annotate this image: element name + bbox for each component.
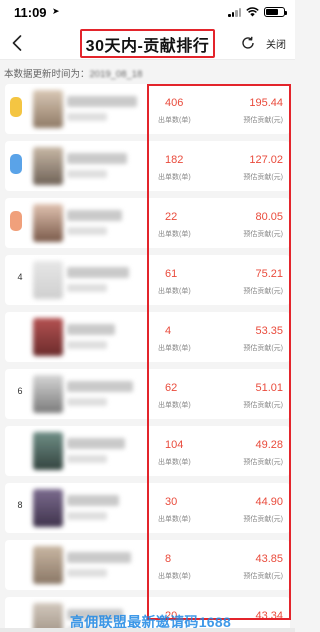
update-date: 2019_08_18 <box>89 69 143 80</box>
member-name-blurred <box>67 381 133 392</box>
refresh-button[interactable] <box>239 34 257 52</box>
order-count: 62 <box>165 382 178 394</box>
close-button[interactable]: 关闭 <box>266 36 286 51</box>
estimated-contribution: 43.34 <box>255 610 283 622</box>
medal-icon <box>10 154 22 174</box>
status-time: 11:09 <box>14 5 47 20</box>
estimated-contribution-label: 预估贡献(元) <box>243 345 283 352</box>
avatar <box>33 318 63 356</box>
member-info-blurred <box>67 341 107 349</box>
estimated-contribution: 43.85 <box>255 553 283 565</box>
status-bar: 11:09 ➤ <box>0 0 295 26</box>
estimated-contribution: 49.28 <box>255 439 283 451</box>
estimated-contribution-label: 预估贡献(元) <box>243 402 283 409</box>
estimated-contribution-label: 预估贡献(元) <box>243 459 283 466</box>
avatar <box>33 204 63 242</box>
back-button[interactable] <box>6 31 28 55</box>
estimated-contribution: 51.01 <box>255 382 283 394</box>
estimated-contribution-label: 预估贡献(元) <box>243 288 283 295</box>
estimated-contribution-label: 预估贡献(元) <box>243 231 283 238</box>
estimated-contribution: 53.35 <box>255 325 283 337</box>
list-item[interactable]: 182 出单数(单) 127.02 预估贡献(元) <box>5 141 290 191</box>
battery-icon <box>264 7 287 17</box>
member-info-blurred <box>67 170 107 178</box>
back-arrow-icon <box>12 35 22 51</box>
estimated-contribution: 127.02 <box>249 154 283 166</box>
signal-icon <box>228 7 241 17</box>
avatar <box>33 432 63 470</box>
list-item[interactable]: 4 出单数(单) 53.35 预估贡献(元) <box>5 312 290 362</box>
order-count: 182 <box>165 154 184 166</box>
wifi-icon <box>246 7 259 17</box>
medal-icon <box>10 211 22 231</box>
member-name-blurred <box>67 438 125 449</box>
estimated-contribution-label: 预估贡献(元) <box>243 174 283 181</box>
member-info-blurred <box>67 398 107 406</box>
avatar <box>33 546 63 584</box>
avatar <box>33 375 63 413</box>
avatar <box>33 147 63 185</box>
member-name-blurred <box>67 552 131 563</box>
order-count-label: 出单数(单) <box>158 573 191 580</box>
status-icons <box>228 7 287 17</box>
location-arrow-icon: ➤ <box>52 6 60 16</box>
member-info-blurred <box>67 284 107 292</box>
member-info-blurred <box>67 569 107 577</box>
estimated-contribution: 80.05 <box>255 211 283 223</box>
order-count: 406 <box>165 97 184 109</box>
estimated-contribution-label: 预估贡献(元) <box>243 117 283 124</box>
rank-number: 6 <box>17 386 23 396</box>
estimated-contribution-label: 预估贡献(元) <box>243 516 283 523</box>
list-item[interactable]: 4 61 出单数(单) 75.21 预估贡献(元) <box>5 255 290 305</box>
order-count: 104 <box>165 439 184 451</box>
list-item[interactable]: 8 出单数(单) 43.85 预估贡献(元) <box>5 540 290 590</box>
member-info-blurred <box>67 455 107 463</box>
list-item[interactable]: 6 62 出单数(单) 51.01 预估贡献(元) <box>5 369 290 419</box>
list-item[interactable]: 8 30 出单数(单) 44.90 预估贡献(元) <box>5 483 290 533</box>
avatar <box>33 90 63 128</box>
rank-number: 8 <box>17 500 23 510</box>
member-name-blurred <box>67 153 127 164</box>
bottom-edge <box>0 628 295 632</box>
order-count-label: 出单数(单) <box>158 516 191 523</box>
order-count: 61 <box>165 268 178 280</box>
order-count: 4 <box>165 325 172 337</box>
member-info-blurred <box>67 512 107 520</box>
member-info-blurred <box>67 227 107 235</box>
medal-icon <box>10 97 22 117</box>
list-item[interactable]: 104 出单数(单) 49.28 预估贡献(元) <box>5 426 290 476</box>
estimated-contribution: 75.21 <box>255 268 283 280</box>
member-name-blurred <box>67 324 115 335</box>
member-name-blurred <box>67 96 137 107</box>
update-time: 本数据更新时间为：2019_08_18 <box>4 66 142 80</box>
estimated-contribution: 195.44 <box>249 97 283 109</box>
list-item[interactable]: 22 出单数(单) 80.05 预估贡献(元) <box>5 198 290 248</box>
title-highlight: 30天内-贡献排行 <box>80 29 215 58</box>
list-item[interactable]: 406 出单数(单) 195.44 预估贡献(元) <box>5 84 290 134</box>
order-count-label: 出单数(单) <box>158 117 191 124</box>
order-count-label: 出单数(单) <box>158 231 191 238</box>
order-count-label: 出单数(单) <box>158 459 191 466</box>
avatar <box>33 489 63 527</box>
order-count: 22 <box>165 211 178 223</box>
estimated-contribution-label: 预估贡献(元) <box>243 573 283 580</box>
member-name-blurred <box>67 495 119 506</box>
order-count-label: 出单数(单) <box>158 288 191 295</box>
order-count: 30 <box>165 496 178 508</box>
screen: 11:09 ➤ 30天内-贡献排行 关闭 本数据更新时间为：2019_08_18… <box>0 0 295 632</box>
update-prefix: 本数据更新时间为： <box>4 69 90 80</box>
refresh-icon <box>242 36 254 49</box>
avatar <box>33 261 63 299</box>
estimated-contribution: 44.90 <box>255 496 283 508</box>
order-count: 8 <box>165 553 172 565</box>
rank-number: 4 <box>17 272 23 282</box>
member-info-blurred <box>67 113 107 121</box>
nav-bar: 30天内-贡献排行 关闭 <box>0 26 295 60</box>
order-count-label: 出单数(单) <box>158 345 191 352</box>
member-name-blurred <box>67 267 129 278</box>
order-count-label: 出单数(单) <box>158 402 191 409</box>
member-name-blurred <box>67 210 122 221</box>
page-title: 30天内-贡献排行 <box>85 37 210 55</box>
order-count-label: 出单数(单) <box>158 174 191 181</box>
